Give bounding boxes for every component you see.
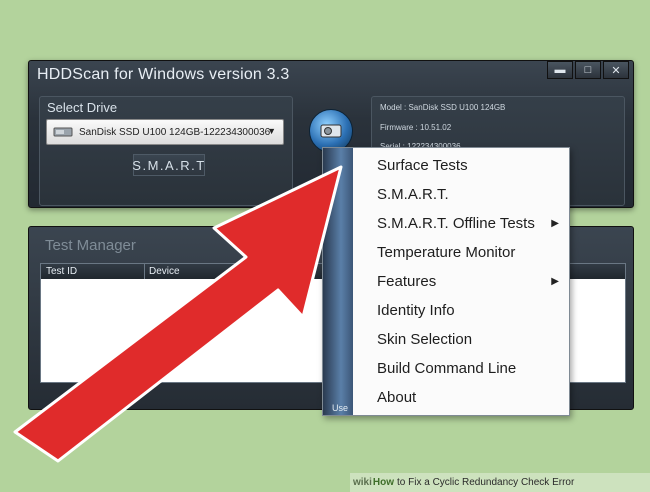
- menu-item-label: Temperature Monitor: [377, 244, 516, 261]
- minimize-button[interactable]: ▬: [547, 61, 573, 79]
- drive-dropdown[interactable]: SanDisk SSD U100 124GB-122234300036 ▼: [46, 119, 284, 145]
- firmware-text: Firmware : 10.51.02: [380, 123, 452, 132]
- menu-item-label: S.M.A.R.T. Offline Tests: [377, 215, 535, 232]
- menu-item-temperature-monitor[interactable]: Temperature Monitor: [353, 238, 569, 267]
- column-header-test-id[interactable]: Test ID: [46, 266, 77, 277]
- maximize-button[interactable]: □: [575, 61, 601, 79]
- menu-item-features[interactable]: Features ▶: [353, 267, 569, 296]
- select-drive-panel: Select Drive SanDisk SSD U100 124GB-1222…: [39, 96, 293, 206]
- menu-item-label: Surface Tests: [377, 157, 468, 174]
- select-drive-label: Select Drive: [47, 100, 118, 115]
- footer-title: to Fix a Cyclic Redundancy Check Error: [397, 477, 575, 488]
- window-controls: ▬ □ ✕: [547, 61, 629, 79]
- drive-dropdown-value: SanDisk SSD U100 124GB-122234300036: [79, 126, 271, 138]
- column-divider: [241, 264, 242, 279]
- menu-item-smart-offline-tests[interactable]: S.M.A.R.T. Offline Tests ▶: [353, 209, 569, 238]
- menu-item-smart[interactable]: S.M.A.R.T.: [353, 180, 569, 209]
- submenu-arrow-icon: ▶: [551, 218, 559, 229]
- menu-item-label: Features: [377, 273, 437, 290]
- menu-item-identity-info[interactable]: Identity Info: [353, 296, 569, 325]
- footer-how: How: [372, 477, 395, 488]
- menu-item-skin-selection[interactable]: Skin Selection: [353, 325, 569, 354]
- test-manager-title: Test Manager: [45, 237, 136, 254]
- footer-brand: wiki: [353, 477, 372, 488]
- menu-item-label: Skin Selection: [377, 331, 473, 348]
- chevron-down-icon: ▼: [267, 126, 276, 136]
- menu-item-label: S.M.A.R.T.: [377, 186, 449, 203]
- menu-strip-text: Use: [332, 403, 349, 413]
- menu-item-label: Build Command Line: [377, 360, 517, 377]
- wikihow-footer: wiki How to Fix a Cyclic Redundancy Chec…: [350, 473, 650, 492]
- menu-item-label: Identity Info: [377, 302, 455, 319]
- menu-item-about[interactable]: About: [353, 383, 569, 412]
- model-text: Model : SanDisk SSD U100 124GB: [380, 103, 506, 112]
- context-menu: Use Surface Tests S.M.A.R.T. S.M.A.R.T. …: [322, 147, 570, 416]
- menu-item-surface-tests[interactable]: Surface Tests: [353, 151, 569, 180]
- close-button[interactable]: ✕: [603, 61, 629, 79]
- menu-item-build-command-line[interactable]: Build Command Line: [353, 354, 569, 383]
- drive-icon: [53, 126, 73, 138]
- column-header-device[interactable]: Device: [149, 266, 180, 277]
- column-divider: [144, 264, 145, 279]
- smart-button[interactable]: S.M.A.R.T: [132, 154, 205, 176]
- menu-item-label: About: [377, 389, 417, 406]
- submenu-arrow-icon: ▶: [551, 276, 559, 287]
- window-title: HDDScan for Windows version 3.3: [37, 66, 290, 83]
- menu-side-strip: Use: [323, 148, 353, 415]
